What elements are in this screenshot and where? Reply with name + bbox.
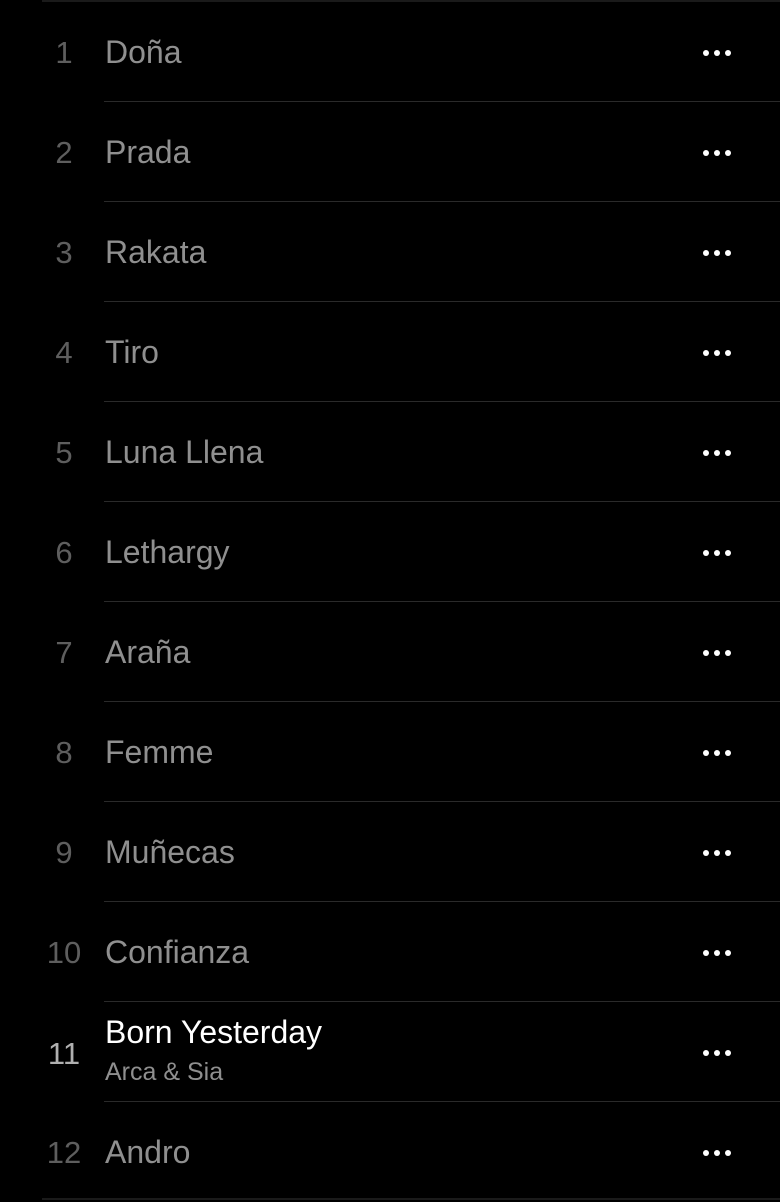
ellipsis-icon	[703, 350, 731, 356]
track-number: 9	[55, 835, 73, 870]
track-number: 7	[55, 635, 73, 670]
track-row[interactable]: 2 Prada	[0, 102, 780, 202]
track-number: 11	[47, 1036, 81, 1071]
track-number: 8	[55, 735, 73, 770]
track-list: 1 Doña 2 Prada 3 Rakata 4 Tiro 5 Luna Ll…	[0, 2, 780, 1202]
track-number: 1	[55, 35, 73, 70]
ellipsis-icon	[703, 950, 731, 956]
track-number: 12	[46, 1135, 82, 1170]
track-number: 4	[55, 335, 73, 370]
ellipsis-icon	[703, 150, 731, 156]
track-row[interactable]: 9 Muñecas	[0, 802, 780, 902]
track-title: Born Yesterday	[105, 1014, 323, 1050]
track-title: Lethargy	[105, 534, 230, 570]
track-row[interactable]: 4 Tiro	[0, 302, 780, 402]
track-row[interactable]: 5 Luna Llena	[0, 402, 780, 502]
track-title: Andro	[105, 1134, 191, 1170]
ellipsis-icon	[703, 750, 731, 756]
track-row[interactable]: 10 Confianza	[0, 902, 780, 1002]
track-title: Confianza	[105, 934, 250, 970]
track-row[interactable]: 1 Doña	[0, 2, 780, 102]
more-options-button[interactable]	[690, 536, 744, 570]
more-options-button[interactable]	[690, 336, 744, 370]
more-options-button[interactable]	[690, 36, 744, 70]
track-row[interactable]: 7 Araña	[0, 602, 780, 702]
more-options-button[interactable]	[690, 136, 744, 170]
more-options-button[interactable]	[690, 1136, 744, 1170]
track-title: Doña	[105, 34, 182, 70]
ellipsis-icon	[703, 550, 731, 556]
track-number: 5	[55, 435, 73, 470]
track-number: 3	[55, 235, 73, 270]
track-number: 10	[46, 935, 82, 970]
ellipsis-icon	[703, 450, 731, 456]
ellipsis-icon	[703, 1150, 731, 1156]
track-title: Luna Llena	[105, 434, 264, 470]
track-title: Araña	[105, 634, 191, 670]
track-title: Muñecas	[105, 834, 235, 870]
ellipsis-icon	[703, 50, 731, 56]
track-title: Tiro	[105, 334, 159, 370]
track-row[interactable]: 8 Femme	[0, 702, 780, 802]
track-row-now-playing[interactable]: 11 Born Yesterday Arca & Sia	[0, 1002, 780, 1102]
track-title: Rakata	[105, 234, 207, 270]
ellipsis-icon	[703, 1050, 731, 1056]
track-title: Prada	[105, 134, 191, 170]
track-row[interactable]: 12 Andro	[0, 1102, 780, 1202]
more-options-button[interactable]	[690, 236, 744, 270]
more-options-button[interactable]	[690, 936, 744, 970]
track-title: Femme	[105, 734, 214, 770]
ellipsis-icon	[703, 850, 731, 856]
track-row[interactable]: 6 Lethargy	[0, 502, 780, 602]
track-row[interactable]: 3 Rakata	[0, 202, 780, 302]
track-number: 2	[55, 135, 73, 170]
ellipsis-icon	[703, 250, 731, 256]
more-options-button[interactable]	[690, 1036, 744, 1070]
more-options-button[interactable]	[690, 636, 744, 670]
ellipsis-icon	[703, 650, 731, 656]
more-options-button[interactable]	[690, 736, 744, 770]
track-artist: Arca & Sia	[105, 1058, 224, 1086]
more-options-button[interactable]	[690, 436, 744, 470]
track-number: 6	[55, 535, 73, 570]
more-options-button[interactable]	[690, 836, 744, 870]
